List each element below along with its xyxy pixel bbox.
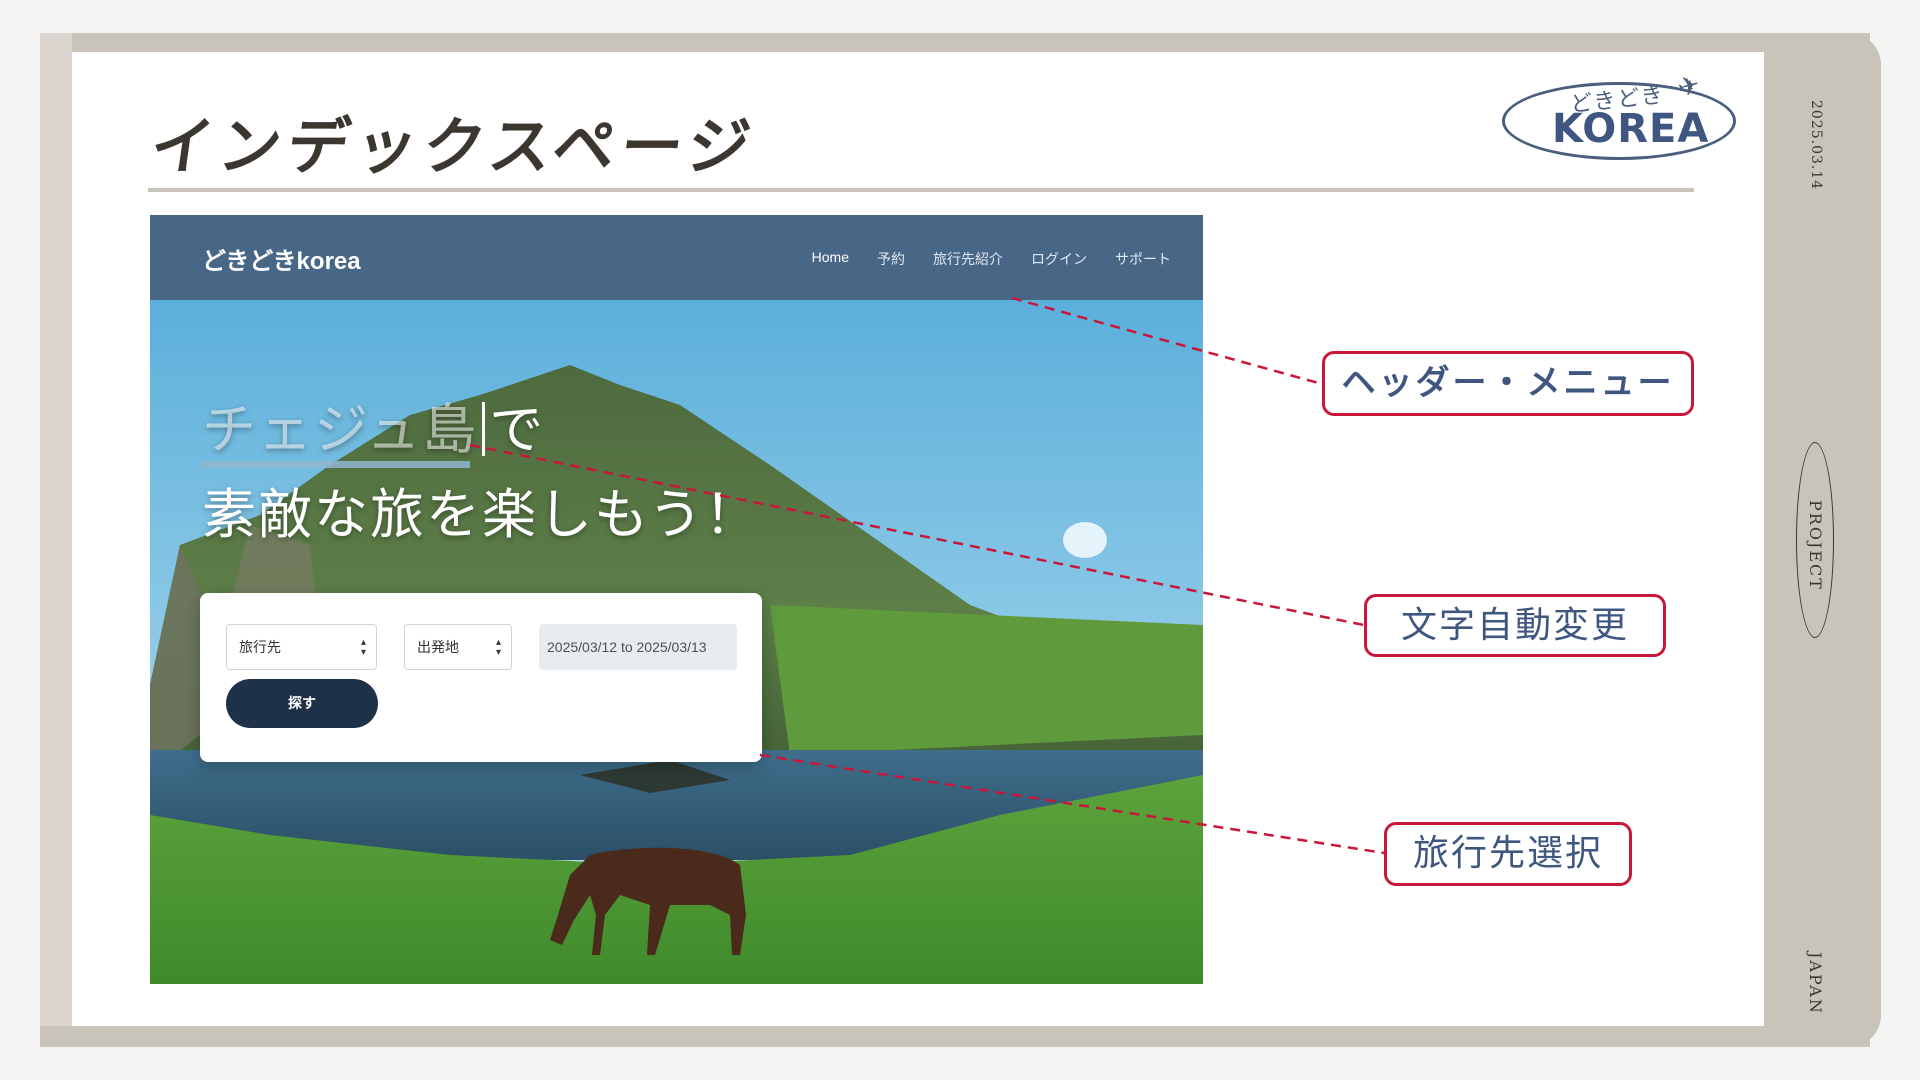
slide-title: インデックスページ: [146, 110, 761, 183]
date-range-input[interactable]: 2025/03/12 to 2025/03/13: [539, 624, 737, 670]
hero-heading-line2: 素敵な旅を楽しもう！: [202, 483, 761, 546]
callout-header-menu: ヘッダー・メニュー: [1322, 351, 1694, 416]
hero-typed-underline: [202, 461, 470, 468]
search-card: 旅行先 ▴ ▾ 出発地 ▴ ▾ 2025/03/12 to 2025/03/13 探…: [200, 593, 762, 762]
dokidoki-korea-logo: どきどき KOREA ✈: [1500, 70, 1744, 168]
logo-main-text: KOREA: [1552, 106, 1710, 152]
site-header: どきどきkorea Home 予約 旅行先紹介 ログイン サポート: [150, 215, 1203, 300]
origin-select[interactable]: 出発地 ▴ ▾: [404, 624, 512, 670]
side-label-project: PROJECT: [1806, 500, 1825, 591]
typing-cursor: [482, 402, 486, 456]
select-arrows-icon: ▴ ▾: [360, 637, 366, 658]
hero-line1-rest: で: [489, 398, 546, 461]
callout-destination-select: 旅行先選択: [1384, 822, 1632, 886]
side-label-japan: JAPAN: [1806, 952, 1825, 1015]
title-divider: [148, 188, 1694, 192]
search-button[interactable]: 探す: [226, 679, 378, 728]
destination-select-value: 旅行先: [239, 639, 281, 655]
slide-frame-bottom: [40, 1026, 1870, 1047]
nav-reservation[interactable]: 予約: [877, 249, 905, 269]
callout-auto-text: 文字自動変更: [1364, 594, 1666, 657]
nav-destinations[interactable]: 旅行先紹介: [933, 249, 1003, 269]
slide-frame-left: [40, 33, 72, 1047]
origin-select-value: 出発地: [417, 639, 459, 655]
nav-support[interactable]: サポート: [1115, 249, 1171, 269]
nav-login[interactable]: ログイン: [1031, 249, 1087, 269]
hero-typed-text: チェジュ島: [202, 398, 479, 461]
website-screenshot: どきどきkorea Home 予約 旅行先紹介 ログイン サポート チェジュ島で…: [150, 215, 1203, 984]
nav-home[interactable]: Home: [812, 249, 849, 269]
slide-frame-top: [40, 33, 1870, 52]
destination-select[interactable]: 旅行先 ▴ ▾: [226, 624, 377, 670]
hero-heading-line1: チェジュ島で: [202, 385, 545, 464]
site-logo[interactable]: どきどきkorea: [202, 241, 361, 276]
slide-date: 2025.03.14: [1808, 100, 1824, 191]
site-nav: Home 予約 旅行先紹介 ログイン サポート: [812, 249, 1171, 269]
select-arrows-icon: ▴ ▾: [495, 637, 501, 658]
